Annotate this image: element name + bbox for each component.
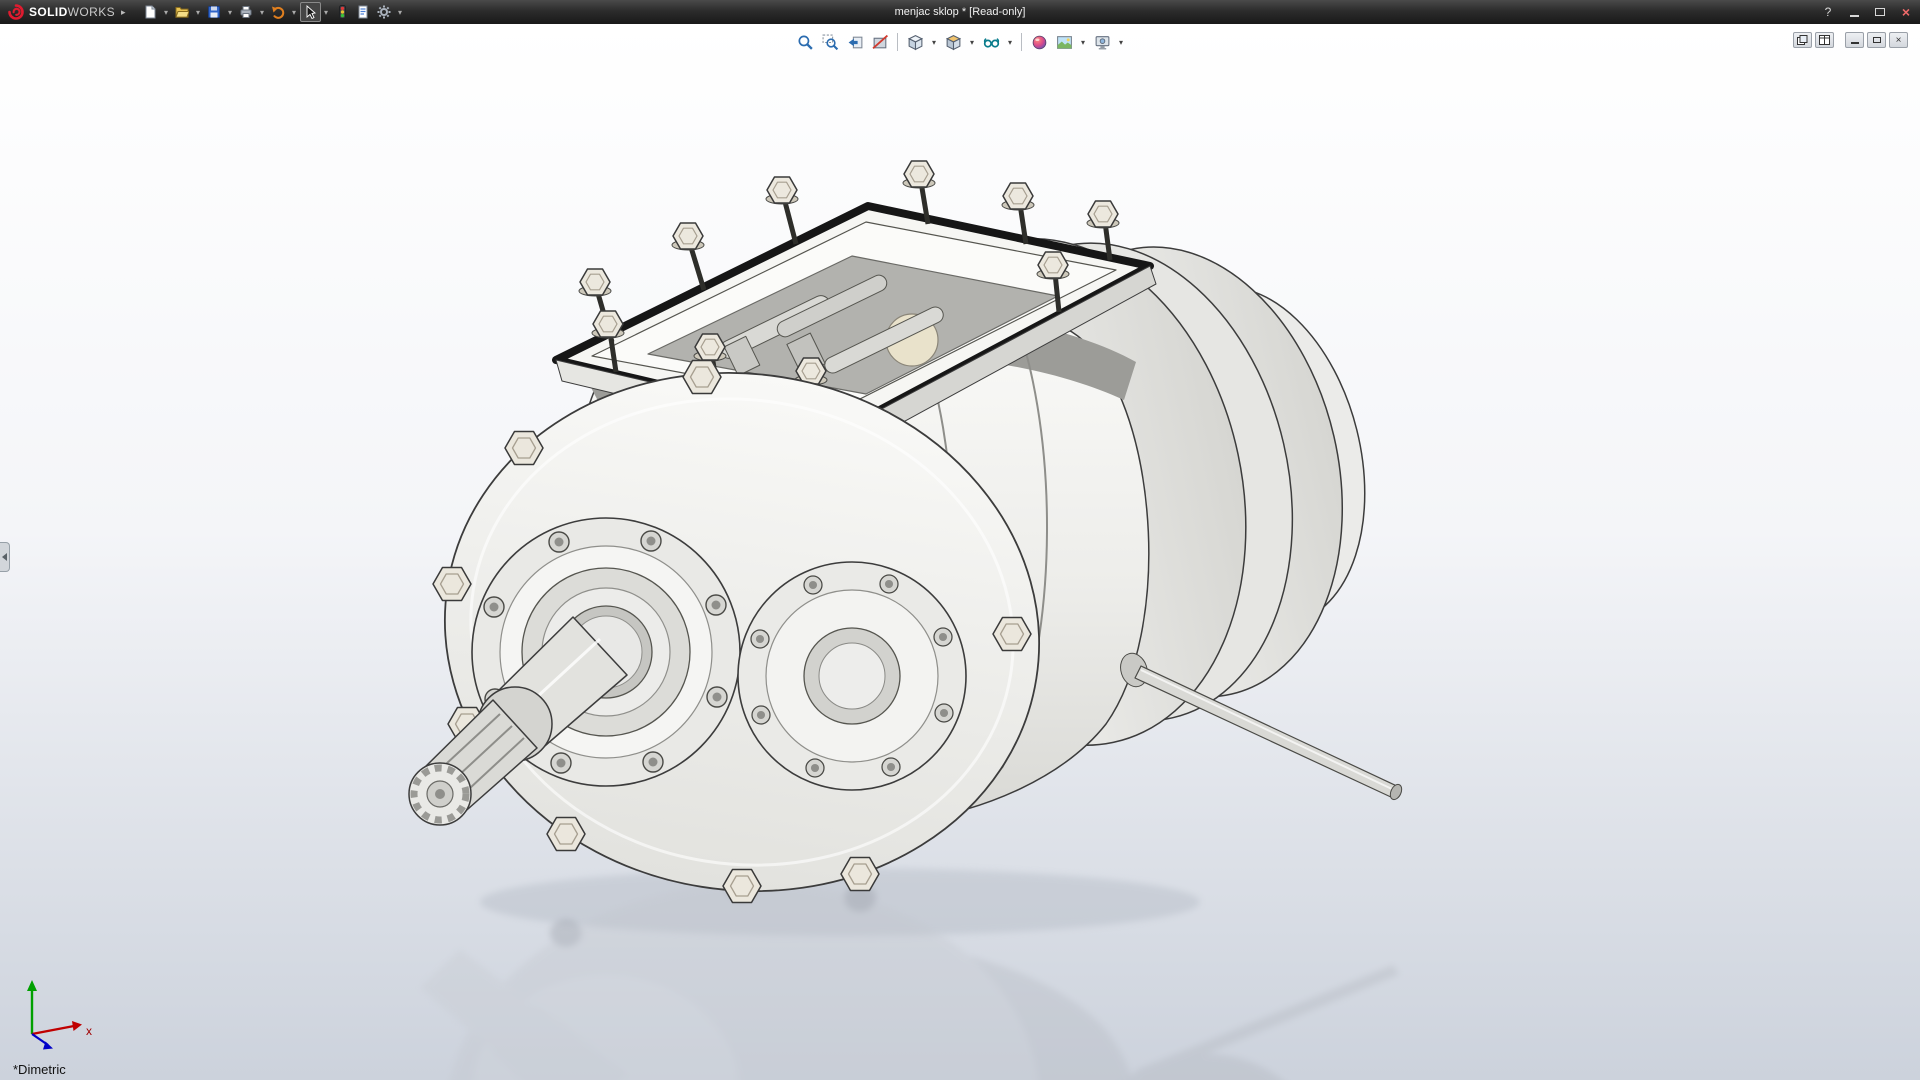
main-toolbar: ▾ ▾ ▾ ▾ — [140, 2, 406, 22]
save-floppy-icon — [207, 5, 221, 19]
title-bar: SOLIDWORKS ▸ ▾ ▾ ▾ — [0, 0, 1920, 24]
file-properties-button[interactable] — [353, 2, 374, 22]
display-style-button[interactable] — [942, 31, 964, 53]
model-canvas[interactable] — [0, 24, 1920, 1080]
rebuild-traffic-light-icon — [335, 5, 349, 19]
apply-scene-icon — [1056, 34, 1073, 51]
document-restore-button[interactable] — [1867, 32, 1886, 48]
toolbar-separator — [897, 33, 898, 51]
reference-triad: x — [12, 972, 104, 1054]
view-orientation-cube-icon — [907, 34, 924, 51]
edit-appearance-button[interactable] — [1028, 31, 1050, 53]
save-button[interactable] — [204, 2, 225, 22]
apply-scene-dropdown[interactable]: ▾ — [1078, 31, 1088, 53]
view-orientation-dropdown[interactable]: ▾ — [929, 31, 939, 53]
document-minimize-button[interactable] — [1845, 32, 1864, 48]
tile-windows-icon — [1819, 35, 1830, 45]
file-properties-icon — [356, 5, 370, 19]
solidworks-logo-icon — [8, 4, 24, 20]
previous-view-button[interactable] — [844, 31, 866, 53]
window-maximize-button[interactable] — [1872, 4, 1888, 20]
open-folder-icon — [175, 5, 189, 19]
view-settings-icon — [1094, 34, 1111, 51]
document-close-button[interactable]: × — [1889, 32, 1908, 48]
undo-arrow-icon — [271, 5, 285, 19]
edit-appearance-ball-icon — [1031, 34, 1048, 51]
apply-scene-button[interactable] — [1053, 31, 1075, 53]
select-button[interactable] — [300, 2, 321, 22]
zoom-to-area-icon — [822, 34, 839, 51]
new-dropdown[interactable]: ▾ — [161, 2, 172, 22]
help-button[interactable]: ? — [1820, 4, 1836, 20]
display-style-cube-icon — [945, 34, 962, 51]
hide-show-items-button[interactable] — [980, 31, 1002, 53]
undo-dropdown[interactable]: ▾ — [289, 2, 300, 22]
task-pane-collapsed-tab[interactable] — [0, 542, 10, 572]
app-name: SOLIDWORKS — [29, 5, 115, 19]
window-tile-button[interactable] — [1815, 32, 1834, 48]
hide-show-items-dropdown[interactable]: ▾ — [1005, 31, 1015, 53]
chevron-left-icon — [2, 553, 7, 561]
options-button[interactable] — [374, 2, 395, 22]
graphics-viewport[interactable]: ▾ ▾ ▾ — [0, 24, 1920, 1080]
print-icon — [239, 5, 253, 19]
rebuild-button[interactable] — [332, 2, 353, 22]
undo-button[interactable] — [268, 2, 289, 22]
open-button[interactable] — [172, 2, 193, 22]
options-gear-icon — [377, 5, 391, 19]
zoom-to-fit-icon — [797, 34, 814, 51]
app-logo: SOLIDWORKS — [0, 4, 121, 20]
view-settings-button[interactable] — [1091, 31, 1113, 53]
new-document-icon — [143, 5, 157, 19]
window-cascade-button[interactable] — [1793, 32, 1812, 48]
window-close-button[interactable]: × — [1898, 4, 1914, 20]
open-dropdown[interactable]: ▾ — [193, 2, 204, 22]
options-dropdown[interactable]: ▾ — [395, 2, 406, 22]
window-minimize-button[interactable] — [1846, 4, 1862, 20]
menu-expand-arrow[interactable]: ▸ — [121, 7, 126, 18]
save-dropdown[interactable]: ▾ — [225, 2, 236, 22]
cascade-windows-icon — [1797, 35, 1808, 45]
print-dropdown[interactable]: ▾ — [257, 2, 268, 22]
hide-show-glasses-icon — [983, 34, 1000, 51]
zoom-to-fit-button[interactable] — [794, 31, 816, 53]
bearing-boss-right — [738, 562, 966, 790]
select-dropdown[interactable]: ▾ — [321, 2, 332, 22]
new-button[interactable] — [140, 2, 161, 22]
view-settings-dropdown[interactable]: ▾ — [1116, 31, 1126, 53]
zoom-to-area-button[interactable] — [819, 31, 841, 53]
print-button[interactable] — [236, 2, 257, 22]
window-controls: ? × — [1820, 0, 1914, 24]
heads-up-view-toolbar: ▾ ▾ ▾ — [790, 30, 1130, 54]
y-axis-arrow — [27, 980, 37, 991]
toolbar-separator — [1021, 33, 1022, 51]
document-title: menjac sklop * [Read-only] — [895, 6, 1026, 18]
section-view-button[interactable] — [869, 31, 891, 53]
select-cursor-icon — [303, 5, 317, 19]
gearbox-model — [407, 161, 1404, 933]
x-axis-arrow — [72, 1021, 82, 1031]
section-view-icon — [872, 34, 889, 51]
previous-view-icon — [847, 34, 864, 51]
view-orientation-button[interactable] — [904, 31, 926, 53]
x-axis-label: x — [86, 1024, 92, 1038]
document-window-controls: × — [1793, 32, 1908, 48]
view-orientation-label: *Dimetric — [13, 1062, 66, 1077]
display-style-dropdown[interactable]: ▾ — [967, 31, 977, 53]
